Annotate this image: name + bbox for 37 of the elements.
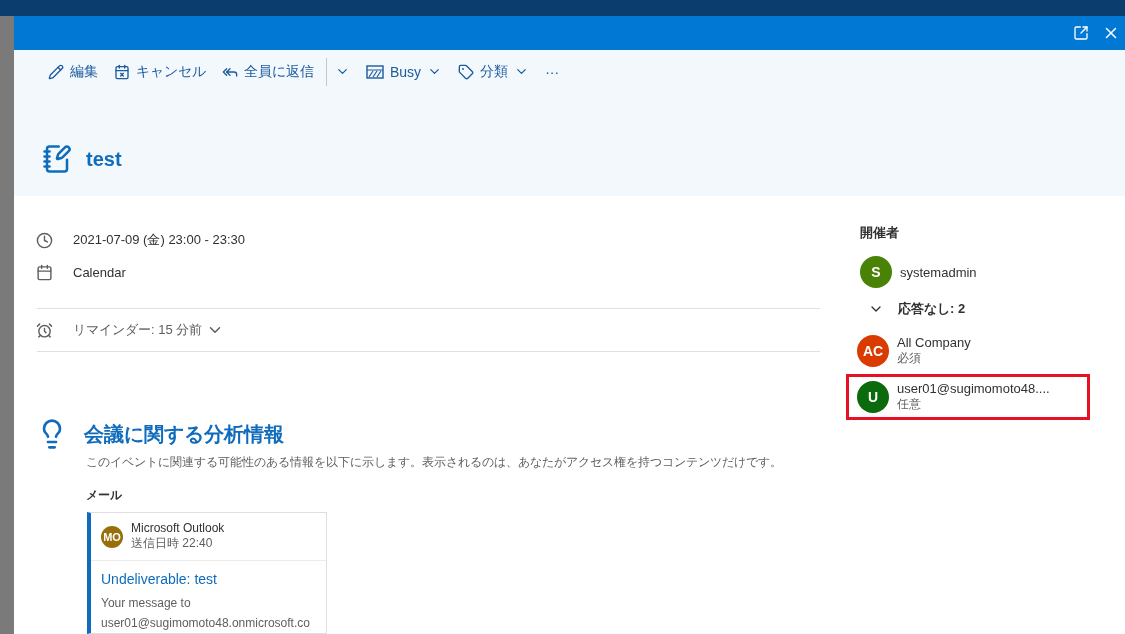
alarm-clock-icon — [36, 321, 53, 339]
attendee-name: All Company — [897, 335, 971, 350]
attendee-avatar: AC — [857, 335, 889, 367]
mail-subject-link[interactable]: Undeliverable: test — [91, 561, 326, 593]
organizer-name: systemadmin — [900, 264, 977, 280]
busy-status-icon — [366, 64, 384, 79]
mail-section-label: メール — [86, 487, 123, 504]
reply-all-button[interactable]: 全員に返信 — [216, 59, 324, 84]
notebook-pen-icon — [42, 144, 72, 174]
more-button[interactable]: ··· — [539, 59, 570, 84]
sender-name: Microsoft Outlook — [131, 521, 225, 535]
attendee-role: 任意 — [897, 396, 922, 413]
clock-icon — [36, 231, 53, 249]
tag-icon — [458, 63, 475, 80]
organizer-avatar: S — [860, 256, 892, 288]
attendee-avatar: U — [857, 381, 889, 413]
mail-preview-text: Your message to — [100, 595, 192, 612]
attendee-name: user01@sugimomoto48.... — [897, 381, 1050, 396]
calendar-icon — [36, 263, 53, 281]
reminder-dropdown[interactable]: リマインダー: 15 分前 — [73, 321, 225, 339]
category-button[interactable]: 分類 — [452, 59, 540, 84]
attendee-role: 必須 — [897, 350, 922, 367]
event-time: 2021-07-09 (金) 23:00 - 23:30 — [73, 231, 245, 249]
calendar-name: Calendar — [73, 264, 126, 280]
organizer-label: 開催者 — [860, 224, 900, 242]
edit-button[interactable]: 編集 — [42, 59, 108, 84]
cancel-button[interactable]: キャンセル — [108, 59, 216, 84]
insights-heading: 会議に関する分析情報 — [84, 421, 284, 447]
calendar-cancel-icon — [114, 63, 130, 80]
busy-button[interactable]: Busy — [360, 59, 453, 84]
no-response-toggle[interactable]: 応答なし: 2 — [860, 300, 966, 318]
sent-time: 送信日時 22:40 — [131, 535, 214, 552]
event-title: test — [86, 147, 122, 171]
insights-description: このイベントに関連する可能性のある情報を以下に示します。表示されるのは、あなたがアクセス権を持つコンテンツだけです。 — [86, 454, 783, 471]
pencil-icon — [48, 63, 64, 80]
sender-avatar: MO — [101, 525, 123, 548]
mail-preview-text: user01@sugimomoto48.onmicrosoft.co — [100, 615, 311, 632]
